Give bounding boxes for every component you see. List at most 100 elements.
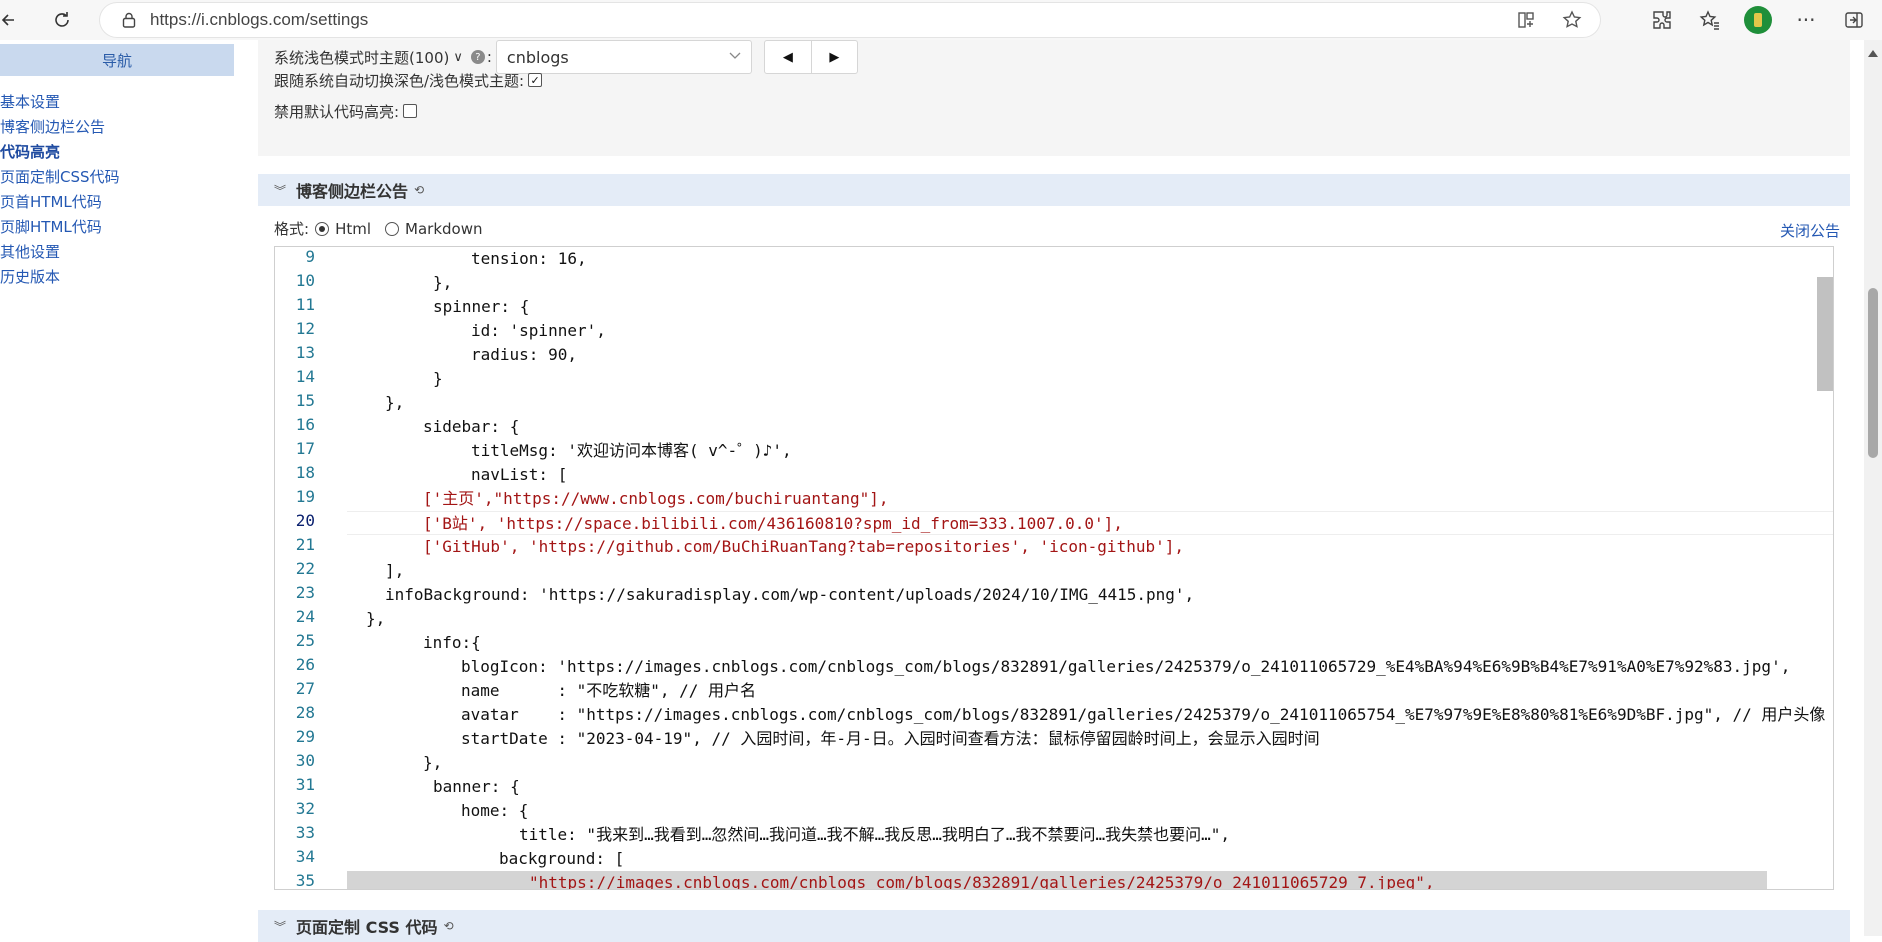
code-line: infoBackground: 'https://sakuradisplay.c… bbox=[385, 585, 1195, 604]
code-line: titleMsg: '欢迎访问本博客( v^-゜)♪', bbox=[471, 441, 792, 460]
line-number: 12 bbox=[295, 319, 315, 338]
format-markdown-radio[interactable] bbox=[385, 221, 400, 236]
disable-highlight-label: 禁用默认代码高亮: bbox=[274, 102, 400, 121]
page-css-header[interactable]: ︾ 页面定制 CSS 代码 ⟲ bbox=[258, 910, 1850, 942]
line-number: 24 bbox=[295, 607, 315, 626]
light-theme-select[interactable]: cnblogs bbox=[495, 40, 752, 74]
code-line: }, bbox=[385, 393, 405, 412]
line-number: 33 bbox=[295, 823, 315, 842]
nav-item-history[interactable]: 历史版本 bbox=[0, 265, 234, 290]
back-arrow-icon bbox=[1, 14, 14, 26]
format-label: 格式: bbox=[274, 220, 310, 238]
code-line: info:{ bbox=[423, 633, 481, 652]
code-line: banner: { bbox=[433, 777, 520, 796]
left-navigation: 导航 基本设置 博客侧边栏公告 代码高亮 页面定制CSS代码 页首HTML代码 … bbox=[0, 44, 234, 290]
nav-title: 导航 bbox=[0, 44, 234, 76]
line-number: 32 bbox=[295, 799, 315, 818]
back-button[interactable] bbox=[0, 0, 20, 40]
history-icon[interactable]: ⟲ bbox=[444, 919, 454, 933]
format-html-radio[interactable] bbox=[315, 221, 330, 236]
nav-item-basic-settings[interactable]: 基本设置 bbox=[0, 90, 234, 115]
more-options-icon[interactable]: ··· bbox=[1792, 6, 1820, 34]
favorites-collection-icon[interactable] bbox=[1696, 6, 1724, 34]
app-available-icon[interactable] bbox=[1516, 10, 1536, 34]
code-line: ['GitHub', 'https://github.com/BuChiRuan… bbox=[423, 537, 1184, 556]
line-number: 25 bbox=[295, 631, 315, 650]
sidebar-notice-header[interactable]: ︾ 博客侧边栏公告 ⟲ bbox=[258, 174, 1850, 206]
prev-theme-button[interactable]: ◀ bbox=[765, 41, 811, 73]
address-bar[interactable]: https://i.cnblogs.com/settings bbox=[100, 3, 1600, 37]
code-line: background: [ bbox=[499, 849, 625, 868]
code-line: radius: 90, bbox=[471, 345, 577, 364]
code-line: tension: 16, bbox=[471, 249, 587, 268]
close-notice-link[interactable]: 关闭公告 bbox=[1780, 220, 1840, 241]
help-icon[interactable]: ? bbox=[470, 50, 485, 64]
light-theme-select-value: cnblogs bbox=[506, 47, 569, 67]
code-line: }, bbox=[423, 753, 443, 772]
line-number: 31 bbox=[295, 775, 315, 794]
code-line: spinner: { bbox=[433, 297, 530, 316]
nav-list: 基本设置 博客侧边栏公告 代码高亮 页面定制CSS代码 页首HTML代码 页脚H… bbox=[0, 90, 234, 290]
line-number: 29 bbox=[295, 727, 315, 746]
format-html-label[interactable]: Html bbox=[335, 220, 371, 238]
line-number: 17 bbox=[295, 439, 315, 458]
line-number: 30 bbox=[295, 751, 315, 770]
scroll-up-arrow-icon[interactable] bbox=[1868, 50, 1878, 57]
refresh-icon bbox=[55, 12, 69, 27]
line-number: 27 bbox=[295, 679, 315, 698]
nav-item-sidebar-notice[interactable]: 博客侧边栏公告 bbox=[0, 115, 234, 140]
code-highlight-settings: 系统浅色模式时主题(100) ∨ ? : cnblogs ◀ ▶ 跟随系统自动切… bbox=[258, 40, 1850, 156]
extensions-icon[interactable] bbox=[1648, 6, 1676, 34]
code-line: }, bbox=[433, 273, 453, 292]
url-text[interactable]: https://i.cnblogs.com/settings bbox=[150, 10, 368, 30]
collapse-chevron-icon[interactable]: ︾ bbox=[274, 918, 286, 935]
auto-switch-label: 跟随系统自动切换深色/浅色模式主题: bbox=[274, 71, 525, 90]
auto-switch-row: 跟随系统自动切换深色/浅色模式主题: bbox=[274, 70, 543, 90]
nav-item-footer-html[interactable]: 页脚HTML代码 bbox=[0, 215, 234, 240]
format-markdown-label[interactable]: Markdown bbox=[405, 220, 482, 238]
next-theme-button[interactable]: ▶ bbox=[810, 41, 857, 73]
light-theme-colon: : bbox=[486, 48, 492, 66]
line-number-gutter: 9 10 11 12 13 14 15 16 17 18 19 20 21 22… bbox=[275, 247, 331, 889]
light-theme-chevron-icon[interactable]: ∨ bbox=[453, 50, 463, 65]
line-number: 16 bbox=[295, 415, 315, 434]
nav-item-other-settings[interactable]: 其他设置 bbox=[0, 240, 234, 265]
light-theme-label: 系统浅色模式时主题(100) bbox=[274, 48, 450, 67]
line-number: 10 bbox=[295, 271, 315, 290]
collapse-chevron-icon[interactable]: ︾ bbox=[274, 182, 286, 199]
profile-avatar[interactable] bbox=[1744, 6, 1772, 34]
code-line: }, bbox=[366, 609, 386, 628]
line-number: 21 bbox=[295, 535, 315, 554]
code-line: name : "不吃软糖", // 用户名 bbox=[461, 681, 757, 700]
line-number: 26 bbox=[295, 655, 315, 674]
nav-item-code-highlight[interactable]: 代码高亮 bbox=[0, 140, 234, 165]
line-number: 18 bbox=[295, 463, 315, 482]
editor-scrollbar[interactable] bbox=[1817, 277, 1833, 391]
disable-highlight-checkbox[interactable] bbox=[403, 104, 418, 118]
lock-icon[interactable] bbox=[120, 11, 138, 29]
favorite-star-icon[interactable] bbox=[1562, 10, 1582, 34]
page-scrollbar-thumb[interactable] bbox=[1868, 288, 1878, 458]
code-line: ], bbox=[385, 561, 405, 580]
browser-toolbar: https://i.cnblogs.com/settings ··· bbox=[0, 0, 1882, 40]
line-number: 22 bbox=[295, 559, 315, 578]
line-number: 34 bbox=[295, 847, 315, 866]
history-icon[interactable]: ⟲ bbox=[414, 183, 424, 197]
nav-item-header-html[interactable]: 页首HTML代码 bbox=[0, 190, 234, 215]
refresh-button[interactable] bbox=[42, 0, 82, 40]
code-line: home: { bbox=[461, 801, 529, 820]
page-scrollbar[interactable] bbox=[1864, 40, 1882, 936]
format-row: 格式: Html Markdown bbox=[274, 218, 482, 239]
theme-prev-next: ◀ ▶ bbox=[763, 40, 858, 74]
code-editor[interactable]: 9 10 11 12 13 14 15 16 17 18 19 20 21 22… bbox=[274, 246, 1834, 890]
nav-item-custom-css[interactable]: 页面定制CSS代码 bbox=[0, 165, 234, 190]
code-line: blogIcon: 'https://images.cnblogs.com/cn… bbox=[461, 657, 1791, 676]
sidebar-toggle-icon[interactable] bbox=[1840, 6, 1868, 34]
auto-switch-checkbox[interactable] bbox=[528, 73, 543, 87]
code-line: title: "我来到…我看到…忽然间…我问道…我不解…我反思…我明白了…我不禁… bbox=[519, 825, 1231, 844]
line-number: 11 bbox=[295, 295, 315, 314]
line-number: 23 bbox=[295, 583, 315, 602]
code-line: sidebar: { bbox=[423, 417, 520, 436]
code-line: id: 'spinner', bbox=[471, 321, 606, 340]
line-number: 15 bbox=[295, 391, 315, 410]
